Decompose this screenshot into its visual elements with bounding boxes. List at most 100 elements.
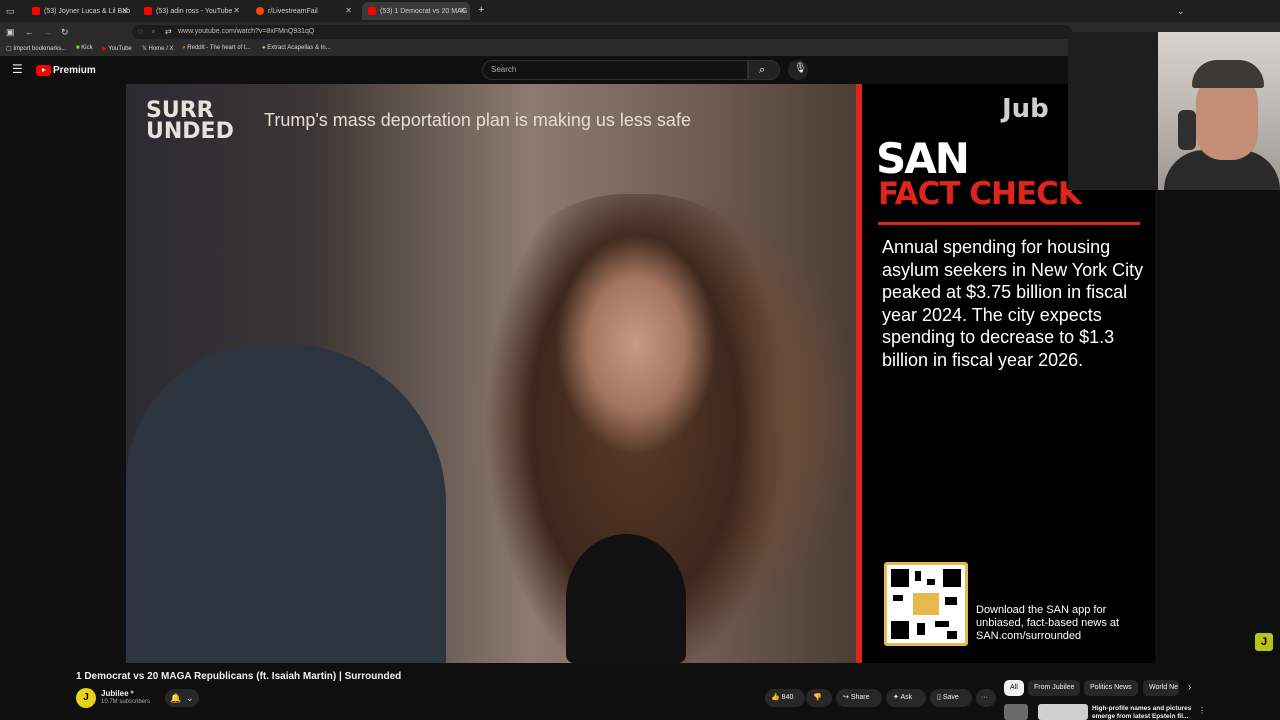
microphone-icon: 🎙 xyxy=(794,63,807,74)
search-input[interactable]: Search xyxy=(482,60,748,80)
chevron-right-icon[interactable]: › xyxy=(1188,682,1191,693)
recommended-avatar xyxy=(1004,704,1028,720)
bookmark-label: Kick xyxy=(81,45,93,51)
bell-icon: 🔔 xyxy=(170,693,182,703)
ask-label: Ask xyxy=(900,694,913,701)
bookmark-item[interactable]: ● Reddit - The heart of t... xyxy=(182,45,251,51)
save-button[interactable]: ▯ Save xyxy=(930,689,972,707)
sidebar-toggle-icon[interactable]: ▣ xyxy=(6,27,15,37)
recommended-title: High-profile names and pictures emerge f… xyxy=(1092,705,1192,720)
tab-label: r/LivestreamFail xyxy=(268,7,318,15)
youtube-favicon-icon xyxy=(32,7,40,15)
acapella-icon: ● xyxy=(262,45,266,51)
bookmark-item[interactable]: ■ Kick xyxy=(76,45,93,51)
video-subtitle: Trump's mass deportation plan is making … xyxy=(264,110,691,130)
youtube-favicon-icon xyxy=(368,7,376,15)
lock-icon[interactable]: ▫ xyxy=(152,27,155,37)
close-tab-icon[interactable]: ✕ xyxy=(233,6,240,15)
bookmark-item[interactable]: 𝕏 Home / X xyxy=(142,45,174,52)
search-button[interactable]: ⌕ xyxy=(748,60,780,80)
jubilee-watermark: Jub xyxy=(1002,94,1049,124)
webcam-overlay xyxy=(1068,32,1280,190)
like-button[interactable]: 👍 840 xyxy=(765,689,805,707)
close-tab-icon[interactable]: ✕ xyxy=(345,6,352,15)
surrounded-logo: SURR UNDED xyxy=(146,98,234,144)
new-tab-button[interactable]: + xyxy=(478,5,484,16)
browser-tab-bar: ▭ (53) Joyner Lucas & Lil Bab ✕ (53) adi… xyxy=(0,0,1280,22)
chip-from-jubilee[interactable]: From Jubilee xyxy=(1028,680,1081,696)
voice-search-button[interactable]: 🎙 xyxy=(788,60,808,80)
back-icon[interactable]: ← xyxy=(25,27,34,37)
close-tab-icon[interactable]: ✕ xyxy=(121,6,128,15)
recommended-thumbnail xyxy=(1038,704,1088,720)
search-icon: ⌕ xyxy=(759,64,766,76)
bookmark-label: Reddit - The heart of t... xyxy=(187,45,251,51)
like-count: 840 xyxy=(781,694,794,701)
browser-menu-icon[interactable]: ▭ xyxy=(6,6,15,16)
chip-all[interactable]: All xyxy=(1004,680,1024,696)
channel-watermark-icon[interactable]: J xyxy=(1255,633,1273,651)
youtube-favicon-icon xyxy=(144,7,152,15)
webcam-person-cap xyxy=(1192,60,1264,88)
recommended-video[interactable]: High-profile names and pictures emerge f… xyxy=(1004,704,1280,720)
youtube-logo-icon[interactable] xyxy=(36,65,51,76)
hamburger-menu-icon[interactable]: ☰ xyxy=(12,63,23,75)
video-title: 1 Democrat vs 20 MAGA Republicans (ft. I… xyxy=(76,671,402,682)
save-label: Save xyxy=(942,694,959,701)
tab-label: (53) Joyner Lucas & Lil Bab xyxy=(44,7,130,15)
chevron-down-icon: ⌄ xyxy=(186,693,194,703)
bookmark-item[interactable]: ● Extract Acapellas & In... xyxy=(262,45,331,51)
share-label: Share xyxy=(850,694,870,701)
browser-tab[interactable]: (53) adin ross - YouTube ✕ xyxy=(138,2,244,20)
bookmark-icon: ▯ xyxy=(937,694,941,701)
reddit-favicon-icon xyxy=(256,7,264,15)
tab-label: (53) adin ross - YouTube xyxy=(156,7,233,15)
more-vert-icon[interactable]: ⋮ xyxy=(1198,706,1206,715)
forward-icon[interactable]: → xyxy=(43,27,52,37)
thumbs-up-icon: 👍 xyxy=(771,694,780,701)
share-icon: ↪ xyxy=(843,694,849,701)
reddit-icon: ● xyxy=(182,45,186,51)
share-button[interactable]: ↪ Share xyxy=(836,689,882,707)
video-microphone xyxy=(566,534,686,663)
chip-politics-news[interactable]: Politics News xyxy=(1084,680,1138,696)
chip-world-news[interactable]: World Ne xyxy=(1143,680,1179,696)
address-bar[interactable]: www.youtube.com/watch?v=8xFMnQ931qQ xyxy=(132,25,1072,39)
bookmark-label: Import bookmarks... xyxy=(13,46,67,52)
dislike-button[interactable]: 👎 xyxy=(806,689,832,707)
channel-avatar[interactable]: J xyxy=(76,688,96,708)
tab-list-icon[interactable]: ⌄ xyxy=(1177,6,1185,16)
browser-tab[interactable]: r/LivestreamFail ✕ xyxy=(250,2,356,20)
webcam-background xyxy=(1068,32,1158,190)
bookmark-item[interactable]: ▶ YouTube xyxy=(102,45,132,52)
verified-icon: ● xyxy=(130,689,135,696)
tab-label: (53) 1 Democrat vs 20 MAG xyxy=(380,7,468,15)
subscriber-count: 10.7M subscribers xyxy=(101,699,151,705)
bookmark-label: YouTube xyxy=(108,46,132,52)
more-actions-button[interactable]: ··· xyxy=(976,689,996,707)
qr-code xyxy=(884,562,968,646)
bookmark-label: Home / X xyxy=(148,46,174,52)
youtube-icon: ▶ xyxy=(102,46,107,52)
fact-check-underline xyxy=(878,222,1140,225)
browser-tab-active[interactable]: (53) 1 Democrat vs 20 MAG ✕ xyxy=(362,2,470,20)
youtube-premium-label[interactable]: Premium xyxy=(53,65,96,76)
fact-check-heading: FACT CHECK xyxy=(878,176,1082,212)
video-player[interactable]: SURR UNDED Trump's mass deportation plan… xyxy=(126,84,1155,663)
bookmark-label: Extract Acapellas & In... xyxy=(267,45,331,51)
bookmark-item[interactable]: ▢ Import bookmarks... xyxy=(6,45,66,52)
sparkle-icon: ✦ xyxy=(893,694,899,701)
close-tab-icon[interactable]: ✕ xyxy=(459,6,466,15)
fact-check-text: Annual spending for housing asylum seeke… xyxy=(882,237,1144,370)
webcam-microphone xyxy=(1178,110,1196,150)
notification-bell-button[interactable]: 🔔 ⌄ xyxy=(165,689,199,707)
ask-button[interactable]: ✦ Ask xyxy=(886,689,926,707)
permissions-icon[interactable]: ⇄ xyxy=(165,27,172,37)
reload-icon[interactable]: ↻ xyxy=(61,27,69,37)
channel-name[interactable]: Jubilee xyxy=(101,689,129,698)
download-app-text: Download the SAN app for unbiased, fact-… xyxy=(976,604,1120,642)
browser-tab[interactable]: (53) Joyner Lucas & Lil Bab ✕ xyxy=(26,2,132,20)
kick-icon: ■ xyxy=(76,45,80,51)
shield-icon[interactable]: ◌ xyxy=(138,27,143,37)
thumbs-down-icon: 👎 xyxy=(813,694,822,701)
